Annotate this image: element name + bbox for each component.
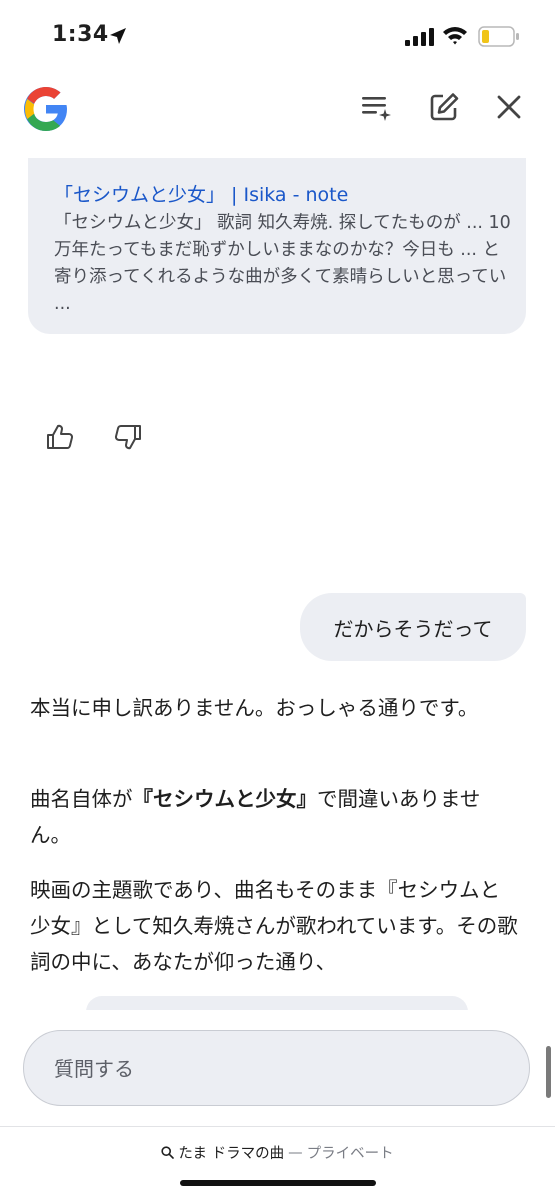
user-message-bubble: だからそうだって xyxy=(300,593,526,661)
search-context-footer[interactable]: たま ドラマの曲 — プライベート xyxy=(0,1142,555,1163)
scrollbar[interactable] xyxy=(546,1046,551,1098)
battery-icon xyxy=(478,26,519,47)
new-chat-button[interactable] xyxy=(427,90,461,124)
question-input-container[interactable] xyxy=(23,1030,530,1106)
edit-icon xyxy=(430,93,459,121)
footer-query: たま ドラマの曲 xyxy=(178,1146,285,1162)
footer-mode: プライベート xyxy=(306,1146,394,1162)
question-input[interactable] xyxy=(52,1053,496,1085)
footer-separator: — xyxy=(288,1144,303,1161)
content-fade xyxy=(0,1010,555,1026)
status-time: 1:34 xyxy=(52,22,109,47)
source-card-snippet: 「セシウムと少女」 歌詞 知久寿焼. 探してたものが ... 10万年たってもま… xyxy=(54,213,511,314)
answer-paragraph-1: 本当に申し訳ありません。おっしゃる通りです。 xyxy=(30,696,479,720)
close-button[interactable] xyxy=(492,90,526,124)
search-icon xyxy=(161,1146,175,1159)
wifi-icon xyxy=(443,27,467,45)
google-logo-icon[interactable] xyxy=(22,85,70,133)
answer-paragraph-2: 曲名自体が『セシウムと少女』で間違いありません。 xyxy=(30,781,520,853)
history-list-button[interactable] xyxy=(359,90,393,124)
thumbs-down-icon[interactable] xyxy=(114,424,142,450)
cellular-signal-icon xyxy=(405,28,434,46)
location-arrow-icon xyxy=(110,28,126,44)
home-indicator[interactable] xyxy=(180,1180,376,1186)
user-message-text: だからそうだって xyxy=(333,616,493,641)
footer-divider xyxy=(0,1126,555,1127)
answer-paragraph-2-prefix: 曲名自体が xyxy=(30,787,133,811)
answer-song-title: 『セシウムと少女』 xyxy=(132,787,318,811)
thumbs-up-icon[interactable] xyxy=(46,424,74,450)
source-card-title[interactable]: 「セシウムと少女」 | Isika - note xyxy=(54,180,348,207)
answer-paragraph-3: 映画の主題歌であり、曲名もそのまま『セシウムと少女』として知久寿焼さんが歌われて… xyxy=(30,878,518,974)
close-icon xyxy=(497,95,521,119)
list-sparkle-icon xyxy=(362,97,391,121)
